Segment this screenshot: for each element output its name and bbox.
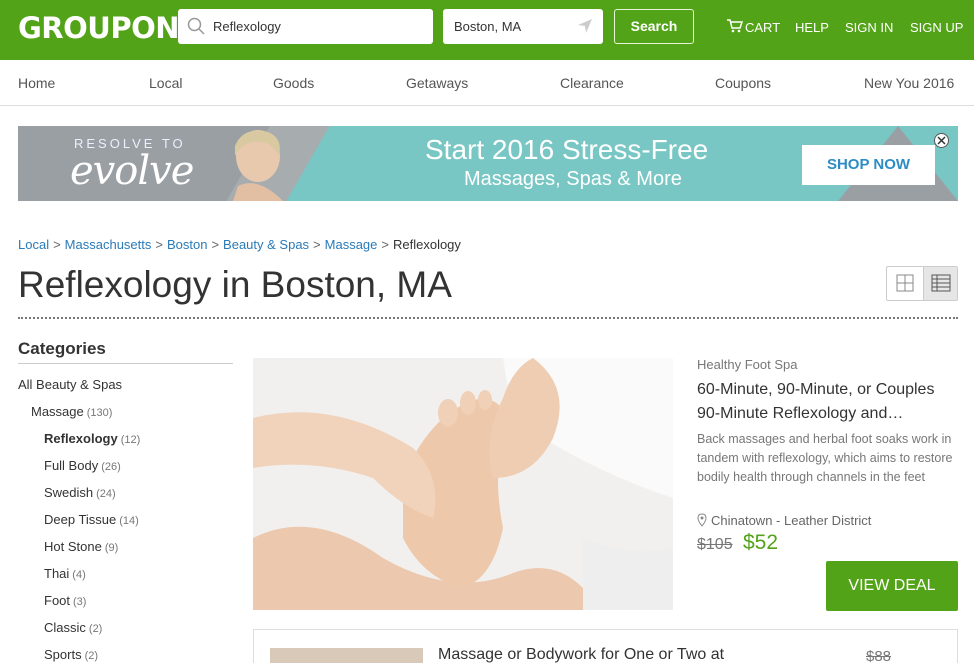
breadcrumb-separator: > <box>313 237 321 252</box>
deal-card[interactable]: Massage or Bodywork for One or Two at $8… <box>253 629 958 663</box>
deal-title[interactable]: 60-Minute, 90-Minute, or Couples 90-Minu… <box>697 378 959 426</box>
search-input[interactable]: Reflexology <box>178 9 433 44</box>
deal-image[interactable] <box>270 648 423 663</box>
cart-icon[interactable] <box>727 19 743 33</box>
title-divider <box>18 317 958 319</box>
category-count: (4) <box>72 569 86 581</box>
foot-massage-photo <box>253 358 673 610</box>
banner-brand: evolve <box>70 148 194 194</box>
search-icon <box>187 17 205 35</box>
category-thai[interactable]: Thai (4) <box>44 566 86 581</box>
search-input-value: Reflexology <box>213 19 281 34</box>
category-count: (14) <box>119 515 139 527</box>
cart-link[interactable]: CART <box>745 20 780 35</box>
banner-headline: Start 2016 Stress-Free <box>425 134 709 165</box>
category-massage[interactable]: Massage (130) <box>31 404 112 419</box>
category-swedish[interactable]: Swedish (24) <box>44 485 116 500</box>
deal-description: Back massages and herbal foot soaks work… <box>697 432 953 484</box>
banner-subline: Massages, Spas & More <box>464 168 682 190</box>
top-header: GROUPON Reflexology Boston, MA Search CA… <box>0 0 974 60</box>
sign-up-link[interactable]: SIGN UP <box>910 20 963 35</box>
breadcrumb: Local > Massachusetts > Boston > Beauty & Spas… <box>18 237 461 252</box>
categories-heading: Categories <box>18 339 106 358</box>
close-icon <box>937 136 946 145</box>
category-label: Foot <box>44 593 71 608</box>
category-label: Classic <box>44 620 86 635</box>
deal-price: $52 <box>743 531 779 554</box>
search-button[interactable]: Search <box>614 9 694 44</box>
deal-original-price: $105 <box>697 536 733 553</box>
breadcrumb-massage[interactable]: Massage <box>325 237 378 252</box>
category-classic[interactable]: Classic (2) <box>44 620 102 635</box>
main-nav: Home Local Goods Getaways Clearance Coup… <box>0 60 974 106</box>
category-deep-tissue[interactable]: Deep Tissue (14) <box>44 512 139 527</box>
banner-model-image <box>233 130 283 201</box>
page-title: Reflexology in Boston, MA <box>18 264 452 305</box>
list-view-button[interactable] <box>923 267 957 300</box>
breadcrumb-boston[interactable]: Boston <box>167 237 207 252</box>
deal-merchant: Healthy Foot Spa <box>697 357 798 372</box>
breadcrumb-separator: > <box>53 237 61 252</box>
category-all-beauty-spas[interactable]: All Beauty & Spas <box>18 377 122 392</box>
breadcrumb-separator: > <box>211 237 220 252</box>
category-sports[interactable]: Sports (2) <box>44 647 98 662</box>
promo-banner[interactable]: RESOLVE TO evolve Start 2016 Stress-Free… <box>18 126 958 201</box>
nav-item-clearance[interactable]: Clearance <box>560 75 624 91</box>
category-label: Hot Stone <box>44 539 102 554</box>
category-label: Reflexology <box>44 431 118 446</box>
category-count: (2) <box>88 623 103 635</box>
groupon-logo[interactable]: GROUPON <box>18 11 180 45</box>
category-count: (26) <box>101 461 121 473</box>
nav-item-home[interactable]: Home <box>18 75 55 91</box>
category-label: Deep Tissue <box>44 512 117 527</box>
category-count: (12) <box>120 434 141 446</box>
breadcrumb-current: Reflexology <box>392 237 461 252</box>
category-hot-stone[interactable]: Hot Stone (9) <box>44 539 118 554</box>
deal-location: Chinatown - Leather District <box>711 513 872 528</box>
categories-divider <box>18 363 233 364</box>
nav-item-goods[interactable]: Goods <box>273 75 314 91</box>
category-reflexology[interactable]: Reflexology (12) <box>44 431 140 446</box>
nav-item-getaways[interactable]: Getaways <box>406 75 468 91</box>
category-label: Massage <box>31 404 84 419</box>
location-input-value: Boston, MA <box>454 19 522 34</box>
shop-now-button[interactable]: SHOP NOW <box>802 145 935 185</box>
category-label: All Beauty & Spas <box>18 377 123 392</box>
category-label: Swedish <box>44 485 94 500</box>
banner-close-button[interactable] <box>934 133 949 148</box>
category-label: Sports <box>44 647 82 662</box>
location-input[interactable]: Boston, MA <box>443 9 603 44</box>
list-icon <box>931 274 951 292</box>
view-toggle <box>886 266 958 301</box>
sign-in-link[interactable]: SIGN IN <box>845 20 893 35</box>
breadcrumb-massachusetts[interactable]: Massachusetts <box>65 237 152 252</box>
category-foot[interactable]: Foot (3) <box>44 593 86 608</box>
category-count: (2) <box>84 650 99 662</box>
grid-icon <box>896 274 914 292</box>
category-count: (130) <box>86 407 113 419</box>
nav-item-local[interactable]: Local <box>149 75 182 91</box>
grid-view-button[interactable] <box>887 267 923 300</box>
nav-item-coupons[interactable]: Coupons <box>715 75 771 91</box>
breadcrumb-separator: > <box>155 237 163 252</box>
nav-item-new-you-2016[interactable]: New You 2016 <box>864 75 954 91</box>
breadcrumb-beauty-spas[interactable]: Beauty & Spas <box>223 237 309 252</box>
category-label: Thai <box>44 566 70 581</box>
breadcrumb-separator: > <box>381 237 389 252</box>
location-pin-icon <box>697 513 707 527</box>
deal-image[interactable] <box>253 358 673 610</box>
location-arrow-icon[interactable] <box>577 18 593 34</box>
category-label: Full Body <box>44 458 99 473</box>
category-count: (3) <box>73 596 87 608</box>
category-count: (24) <box>96 488 116 500</box>
deal-original-price: $88 <box>866 648 892 663</box>
category-count: (9) <box>104 542 119 554</box>
view-deal-button[interactable]: VIEW DEAL <box>826 561 958 611</box>
deal-title[interactable]: Massage or Bodywork for One or Two at <box>438 646 724 663</box>
category-full-body[interactable]: Full Body (26) <box>44 458 121 473</box>
help-link[interactable]: HELP <box>795 20 829 35</box>
breadcrumb-local[interactable]: Local <box>18 237 49 252</box>
